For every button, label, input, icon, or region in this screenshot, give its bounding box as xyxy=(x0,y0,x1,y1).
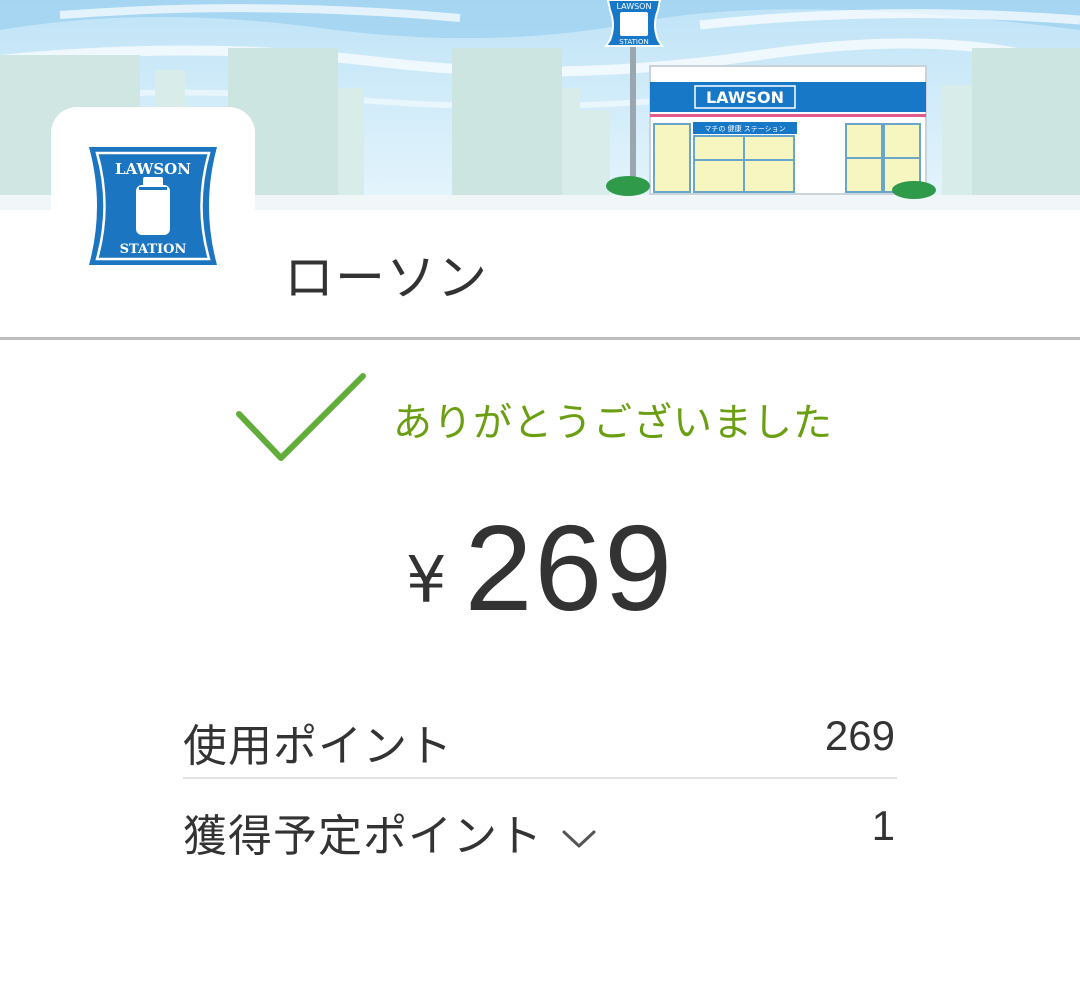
store-name: ローソン xyxy=(284,249,488,307)
store-tagline-text: マチの 健康 ステーション xyxy=(704,124,785,133)
amount-value: 269 xyxy=(464,500,675,636)
pole-sign-bottom-text: STATION xyxy=(619,38,649,46)
used-points-value: 269 xyxy=(824,712,895,759)
points-divider xyxy=(183,777,897,779)
header-divider xyxy=(0,337,1080,340)
used-points-row: 使用ポイント 269 xyxy=(183,702,897,772)
earned-points-value: 1 xyxy=(871,802,895,849)
currency-symbol: ¥ xyxy=(405,544,447,618)
store-sign-text: LAWSON xyxy=(706,88,784,107)
payment-amount: ¥269 xyxy=(0,498,1080,638)
logo-bottom-text: STATION xyxy=(120,242,187,257)
chevron-down-icon[interactable] xyxy=(561,827,597,851)
used-points-label: 使用ポイント xyxy=(183,721,453,772)
logo-top-text: LAWSON xyxy=(115,160,191,178)
check-icon xyxy=(236,373,366,461)
store-logo-card: LAWSON STATION xyxy=(51,107,255,297)
earned-points-label: 獲得予定ポイント xyxy=(183,811,543,862)
thank-you-text: ありがとうございました xyxy=(393,401,834,446)
payment-success-message: ありがとうございました xyxy=(235,372,875,464)
payment-complete-screen: LAWSON STATION LAWSON マチの 健康 ステーション LAWS… xyxy=(0,0,1080,993)
earned-points-toggle[interactable]: 獲得予定ポイント xyxy=(183,800,597,864)
lawson-station-logo: LAWSON STATION xyxy=(89,147,217,265)
pole-sign-top-text: LAWSON xyxy=(617,2,652,11)
earned-points-row[interactable]: 獲得予定ポイント 1 xyxy=(183,792,897,862)
